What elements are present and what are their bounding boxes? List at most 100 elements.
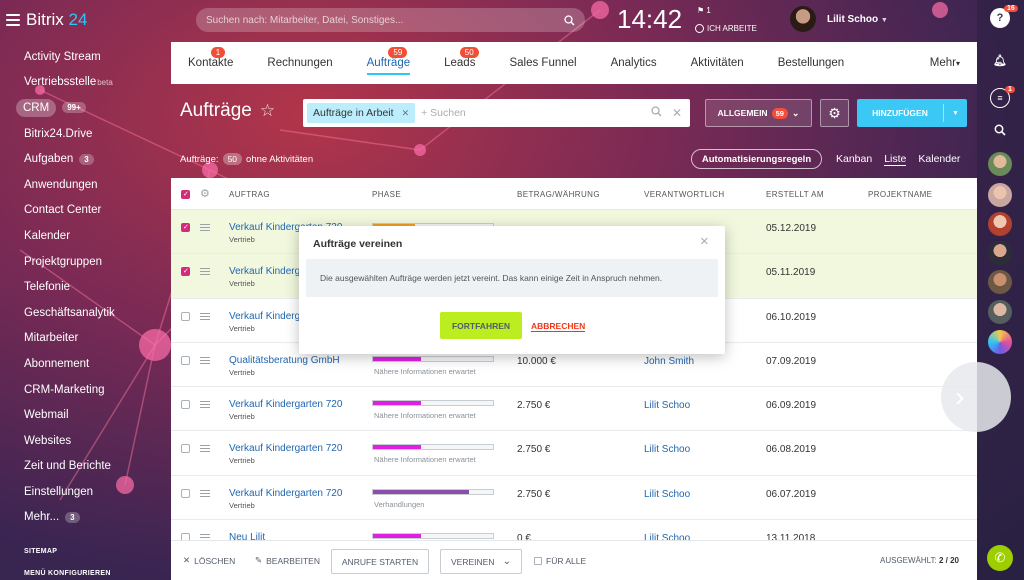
drag-handle-icon[interactable] [200,445,210,453]
merge-select[interactable]: VEREINEN ⌄ [440,549,522,574]
sidebar-item[interactable]: Telefonie [0,274,170,300]
sidebar-item[interactable]: Aufgaben 3 [0,146,170,172]
clear-icon[interactable]: ✕ [672,106,682,120]
preset-button[interactable]: ALLGEMEIN 59 ⌄ [705,99,812,127]
delete-button[interactable]: ✕ LÖSCHEN [183,555,235,566]
menu-config-link[interactable]: MENÜ KONFIGURIEREN [24,570,111,577]
row-checkbox[interactable] [181,400,190,410]
sidebar-item[interactable]: Geschäftsanalytik [0,300,170,326]
column-header[interactable]: PHASE [372,190,401,199]
start-calls-button[interactable]: ANRUFE STARTEN [331,549,429,574]
column-header[interactable]: AUFTRAG [229,190,270,199]
tab[interactable]: Kontakte 1 [171,42,250,84]
view-option[interactable]: Kanban [836,153,872,166]
work-status[interactable]: ICH ARBEITE [695,24,757,33]
tab[interactable]: Rechnungen [250,42,349,84]
sidebar-item[interactable]: Vertriebsstelle beta [0,70,170,96]
search-icon[interactable] [651,106,662,117]
search-input[interactable]: Suchen nach: Mitarbeiter, Datei, Sonstig… [206,15,564,26]
deal-title[interactable]: Verkauf Kindergarten 720 [229,399,342,410]
sitemap-link[interactable]: SITEMAP [24,548,57,555]
row-checkbox[interactable] [181,267,190,277]
table-row[interactable]: Verkauf Kindergarten 720 Vertrieb Nähere I… [171,431,977,476]
tab[interactable]: Bestellungen [761,42,862,84]
group-chat-avatar[interactable] [988,330,1012,354]
tab[interactable]: Analytics [594,42,674,84]
sidebar-item[interactable]: Webmail [0,402,170,428]
sidebar-item[interactable]: Abonnement [0,351,170,377]
phase-progress[interactable] [372,488,494,495]
filter-search[interactable]: Aufträge in Arbeit ✕ + Suchen ✕ [303,99,690,127]
contact-avatar[interactable] [988,241,1012,265]
view-option[interactable]: Kalender [918,153,960,166]
table-row[interactable]: Verkauf Kindergarten 720 Vertrieb Verhandl… [171,476,977,521]
phase-progress[interactable] [372,355,494,362]
responsible-person[interactable]: Lilit Schoo [644,444,690,455]
help-button[interactable]: ? 16 [990,5,1018,28]
tab[interactable]: Leads 50 [427,42,492,84]
sidebar-item[interactable]: Mehr... 3 [0,505,170,531]
phase-progress[interactable] [372,400,494,407]
drag-handle-icon[interactable] [200,489,210,497]
drag-handle-icon[interactable] [200,356,210,364]
sidebar-item[interactable]: Contact Center [0,198,170,224]
column-header[interactable]: PROJEKTNAME [868,190,932,199]
sidebar-item[interactable]: Zeit und Berichte [0,454,170,480]
tab[interactable]: Aktivitäten [674,42,761,84]
automation-button[interactable]: Automatisierungsregeln [691,149,822,169]
user-name[interactable]: Lilit Schoo ▼ [827,14,888,25]
row-checkbox[interactable] [181,311,190,321]
flag-counter[interactable]: ⚑ 1 [697,6,711,15]
row-checkbox[interactable] [181,355,190,365]
drag-handle-icon[interactable] [200,224,210,231]
sidebar-item[interactable]: CRM 99+ [0,95,170,121]
filter-search-input[interactable]: + Suchen [421,107,651,119]
row-checkbox[interactable] [181,488,190,498]
row-checkbox[interactable] [181,223,190,232]
column-header[interactable]: BETRAG/WÄHRUNG [517,190,600,199]
sidebar-item[interactable]: Einstellungen [0,479,170,505]
sidebar-item[interactable]: Anwendungen [0,172,170,198]
chevron-down-icon[interactable]: ▼ [943,104,967,122]
sidebar-item[interactable]: Websites [0,428,170,454]
select-all-checkbox[interactable] [181,190,190,199]
gear-icon[interactable]: ⚙ [200,187,210,200]
checkbox[interactable] [534,556,542,565]
view-option[interactable]: Liste [884,153,907,166]
table-row[interactable]: Verkauf Kindergarten 720 Vertrieb Nähere I… [171,387,977,432]
sidebar-item[interactable]: Activity Stream [0,44,170,70]
close-icon[interactable]: ✕ [402,108,410,119]
row-checkbox[interactable] [181,533,190,540]
global-search[interactable]: Suchen nach: Mitarbeiter, Datei, Sonstig… [196,8,585,32]
add-button[interactable]: HINZUFÜGEN ▼ [857,99,967,127]
table-row[interactable]: Neu Lilit 0 € Lilit Schoo 13.11.2018 [171,520,977,540]
drag-handle-icon[interactable] [200,312,210,320]
drag-handle-icon[interactable] [200,268,210,276]
next-page-arrow[interactable]: › [941,362,1011,432]
search-button[interactable] [990,120,1010,140]
menu-burger-icon[interactable] [6,14,20,26]
responsible-person[interactable]: John Smith [644,356,694,367]
tab[interactable]: Sales Funnel [492,42,593,84]
phase-progress[interactable] [372,533,494,540]
row-checkbox[interactable] [181,444,190,454]
deal-title[interactable]: Neu Lilit [229,532,265,540]
close-icon[interactable]: ✕ [700,235,709,248]
contact-avatar[interactable] [988,270,1012,294]
user-avatar[interactable] [790,6,816,32]
settings-button[interactable]: ⚙ [820,99,849,127]
sidebar-item[interactable]: Kalender [0,223,170,249]
notifications-button[interactable]: 🔔︎ [990,50,1010,70]
contact-avatar[interactable] [988,212,1012,236]
column-header[interactable]: VERANTWORTLICH [644,190,725,199]
tab[interactable]: Aufträge 59 [350,42,427,84]
column-header[interactable]: ERSTELLT AM [766,190,824,199]
drag-handle-icon[interactable] [200,401,210,409]
sidebar-item[interactable]: Bitrix24.Drive [0,121,170,147]
stat-count[interactable]: 50 [222,153,243,165]
deal-title[interactable]: Verkauf Kindergarten 720 [229,488,342,499]
sidebar-item[interactable]: Projektgruppen [0,249,170,275]
tab[interactable]: Mehr ▾ [913,42,977,84]
brand-logo[interactable]: Bitrix 24 [26,10,87,30]
responsible-person[interactable]: Lilit Schoo [644,400,690,411]
